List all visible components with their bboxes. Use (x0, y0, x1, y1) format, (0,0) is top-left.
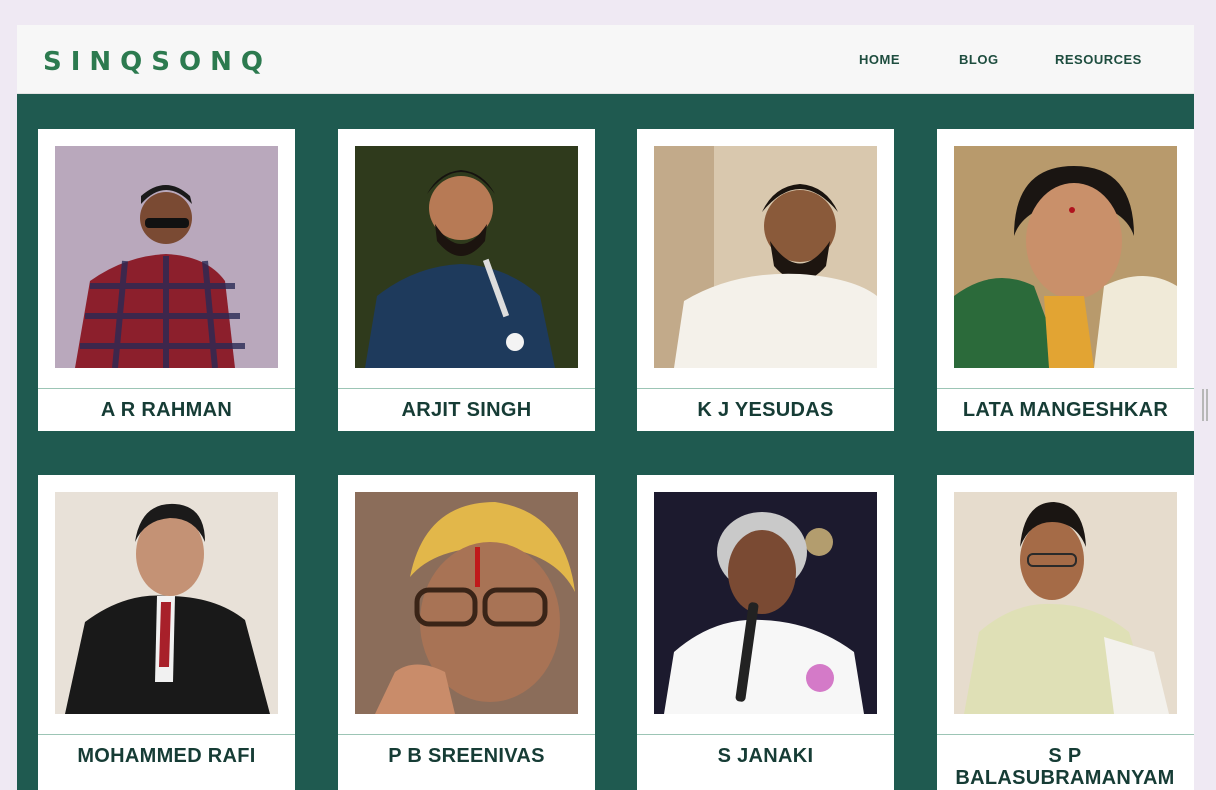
card-divider (937, 734, 1194, 735)
card-divider (38, 734, 295, 735)
singer-card-kj-yesudas[interactable]: K J YESUDAS (637, 129, 894, 431)
singer-photo (954, 146, 1177, 368)
singer-name: K J YESUDAS (697, 399, 834, 421)
card-divider (637, 734, 894, 735)
singer-card-sp-balasubramanyam[interactable]: S P BALASUBRAMANYAM (937, 475, 1194, 790)
singer-name: A R RAHMAN (100, 399, 233, 421)
main-window: SINQSONQ HOME BLOG RESOURCES A R RAHMAN (17, 25, 1194, 790)
nav-blog-link[interactable]: BLOG (959, 52, 999, 67)
singer-name: ARJIT SINGH (401, 399, 532, 421)
singer-photo (55, 492, 278, 714)
card-divider (937, 388, 1194, 389)
singer-photo (55, 146, 278, 368)
singer-photo (654, 146, 877, 368)
singer-card-arjit-singh[interactable]: ARJIT SINGH (338, 129, 595, 431)
singer-name: S P BALASUBRAMANYAM (955, 745, 1175, 789)
card-divider (637, 388, 894, 389)
nav-resources-link[interactable]: RESOURCES (1055, 52, 1142, 67)
card-divider (338, 734, 595, 735)
singer-name: LATA MANGESHKAR (962, 399, 1169, 421)
singer-name: S JANAKI (717, 745, 814, 767)
singer-card-pb-sreenivas[interactable]: P B SREENIVAS (338, 475, 595, 790)
singer-card-ar-rahman[interactable]: A R RAHMAN (38, 129, 295, 431)
singer-photo (954, 492, 1177, 714)
singer-photo (355, 146, 578, 368)
resize-handle[interactable] (1202, 389, 1208, 421)
singer-card-s-janaki[interactable]: S JANAKI (637, 475, 894, 790)
singer-photo (355, 492, 578, 714)
singer-name: P B SREENIVAS (388, 745, 545, 767)
singer-photo (654, 492, 877, 714)
singer-card-mohammed-rafi[interactable]: MOHAMMED RAFI (38, 475, 295, 790)
singer-name: MOHAMMED RAFI (77, 745, 256, 767)
nav-home-link[interactable]: HOME (859, 52, 900, 67)
card-divider (38, 388, 295, 389)
card-divider (338, 388, 595, 389)
top-navbar: SINQSONQ HOME BLOG RESOURCES (17, 25, 1194, 94)
site-logo[interactable]: SINQSONQ (43, 47, 272, 77)
singer-card-lata-mangeshkar[interactable]: LATA MANGESHKAR (937, 129, 1194, 431)
